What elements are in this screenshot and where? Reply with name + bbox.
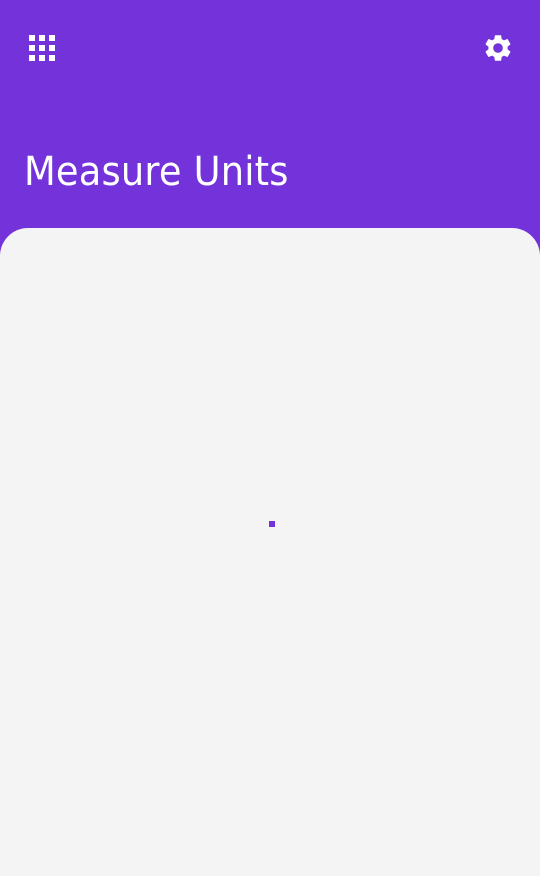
top-app-bar <box>0 0 540 96</box>
app-screen: Measure Units <box>0 0 540 876</box>
loading-spinner <box>269 521 275 527</box>
apps-grid-icon <box>29 35 55 61</box>
page-title: Measure Units <box>24 149 289 195</box>
content-panel <box>0 228 540 876</box>
apps-menu-button[interactable] <box>18 24 66 72</box>
gear-icon <box>485 35 511 61</box>
settings-button[interactable] <box>474 24 522 72</box>
